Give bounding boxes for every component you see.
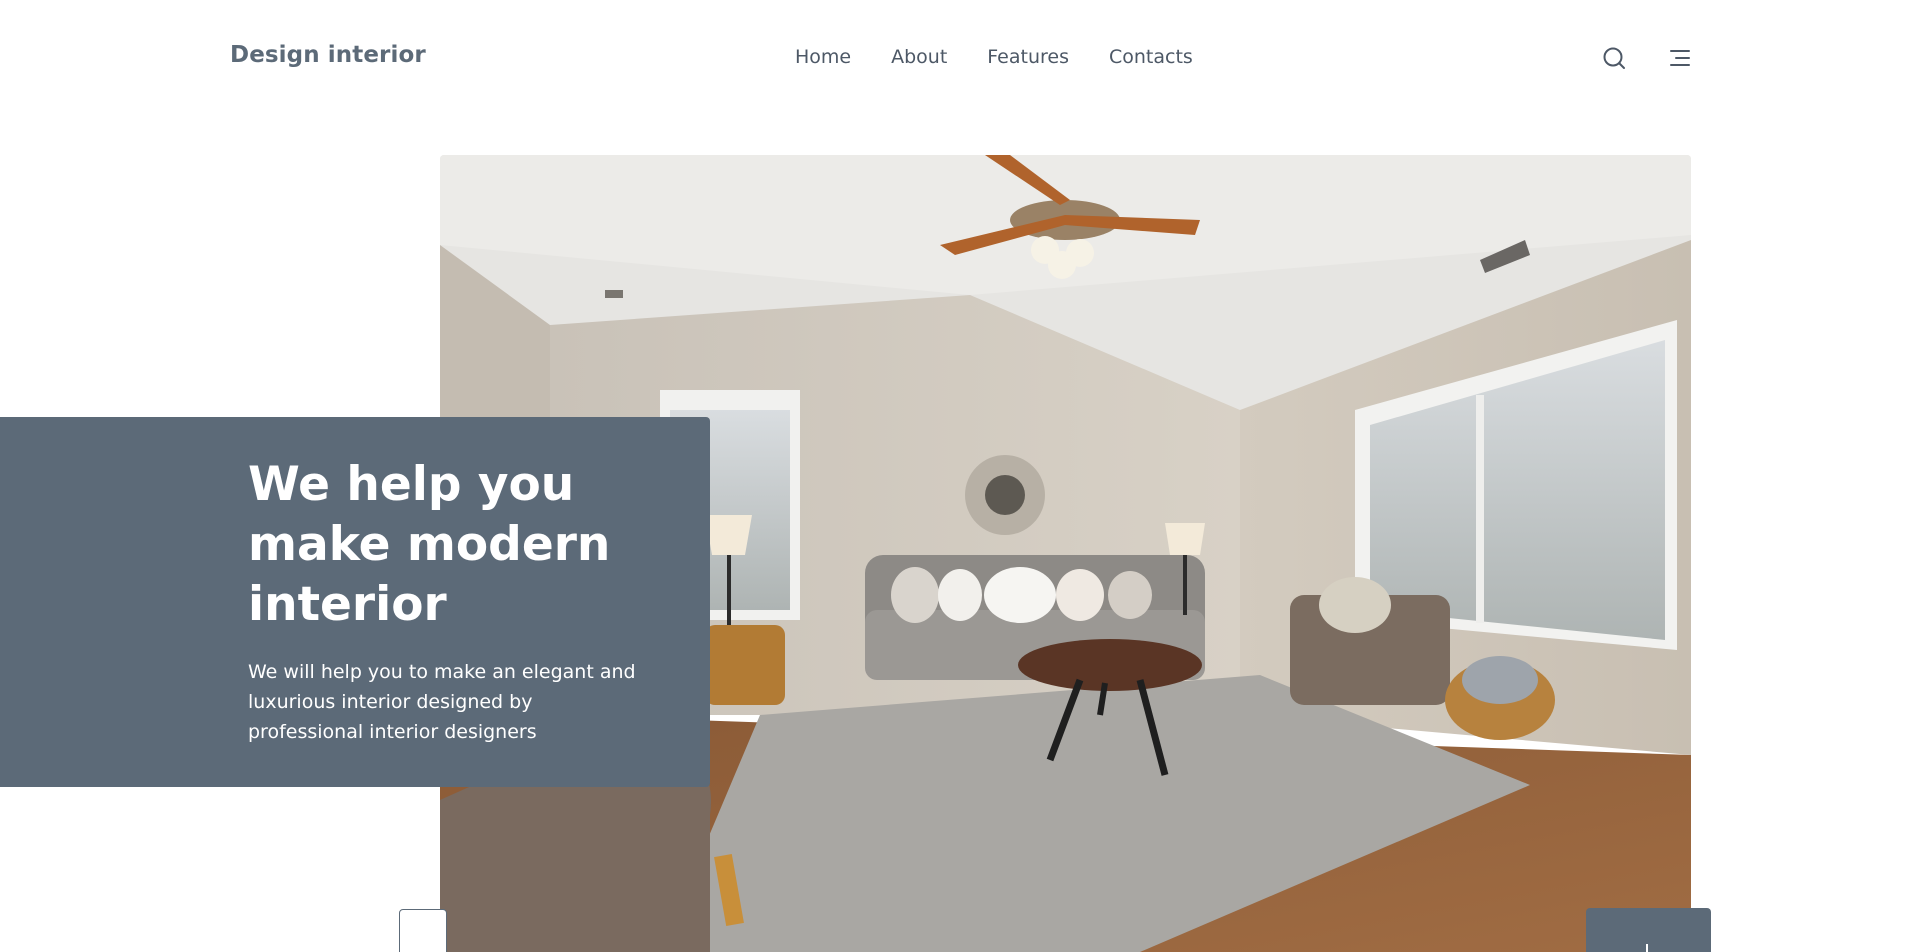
hero-title: We help you make modern interior xyxy=(248,457,611,632)
nav-item-home[interactable]: Home xyxy=(795,46,851,68)
search-icon xyxy=(1603,47,1625,69)
search-button[interactable] xyxy=(1600,44,1628,72)
main-nav: Home About Features Contacts xyxy=(795,46,1193,68)
menu-button[interactable] xyxy=(1666,44,1694,72)
slider-next-button[interactable] xyxy=(1586,908,1711,952)
site-header: Design interior Home About Features Cont… xyxy=(0,0,1920,116)
arrow-right-icon xyxy=(1646,944,1648,952)
nav-item-contacts[interactable]: Contacts xyxy=(1109,46,1193,68)
hero-description: We will help you to make an elegant and … xyxy=(248,661,636,743)
nav-item-features[interactable]: Features xyxy=(987,46,1069,68)
nav-item-about[interactable]: About xyxy=(891,46,947,68)
site-logo[interactable]: Design interior xyxy=(230,42,426,68)
slider-prev-button[interactable] xyxy=(399,909,447,952)
menu-icon xyxy=(1670,50,1690,66)
